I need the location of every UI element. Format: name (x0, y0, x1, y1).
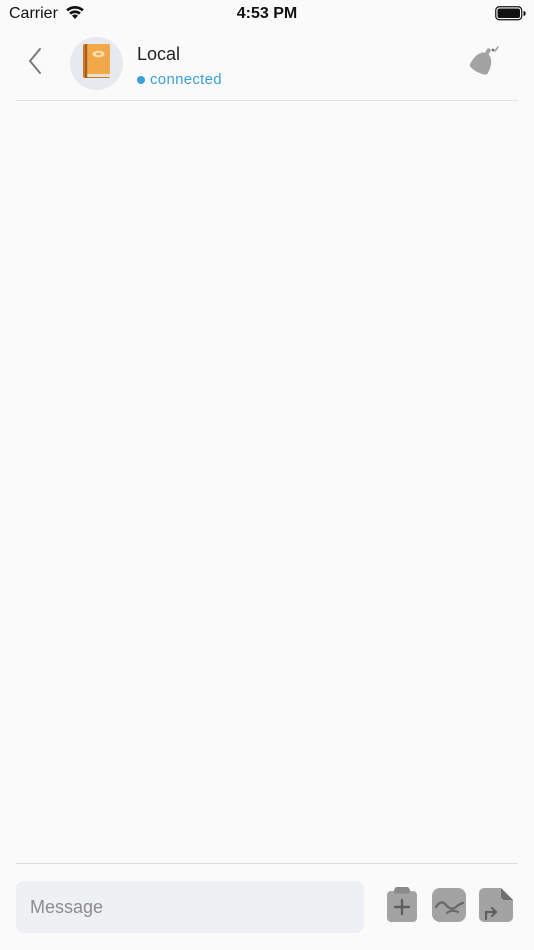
file-button[interactable] (478, 887, 514, 928)
bell-icon (465, 44, 501, 83)
status-text: connected (150, 71, 222, 88)
message-list[interactable] (0, 101, 534, 863)
clock: 4:53 PM (236, 5, 298, 22)
image-icon (431, 887, 467, 928)
status-bar: Carrier 4:53 PM (0, 0, 534, 30)
message-input[interactable] (16, 881, 364, 933)
status-dot (137, 75, 145, 84)
bell-button[interactable] (462, 44, 504, 82)
image-button[interactable] (431, 887, 467, 928)
contact-name: Local (137, 44, 181, 64)
book-icon (82, 43, 112, 84)
back-button[interactable] (18, 46, 52, 80)
file-icon (478, 887, 514, 928)
avatar[interactable] (70, 37, 123, 90)
chat-header: Local connected (0, 30, 534, 101)
chevron-left-icon (27, 47, 43, 80)
add-clipboard-button[interactable] (384, 886, 420, 929)
connection-status: connected (137, 71, 222, 88)
composer (0, 864, 534, 950)
battery-icon (495, 6, 526, 26)
add-clipboard-icon (385, 886, 419, 929)
